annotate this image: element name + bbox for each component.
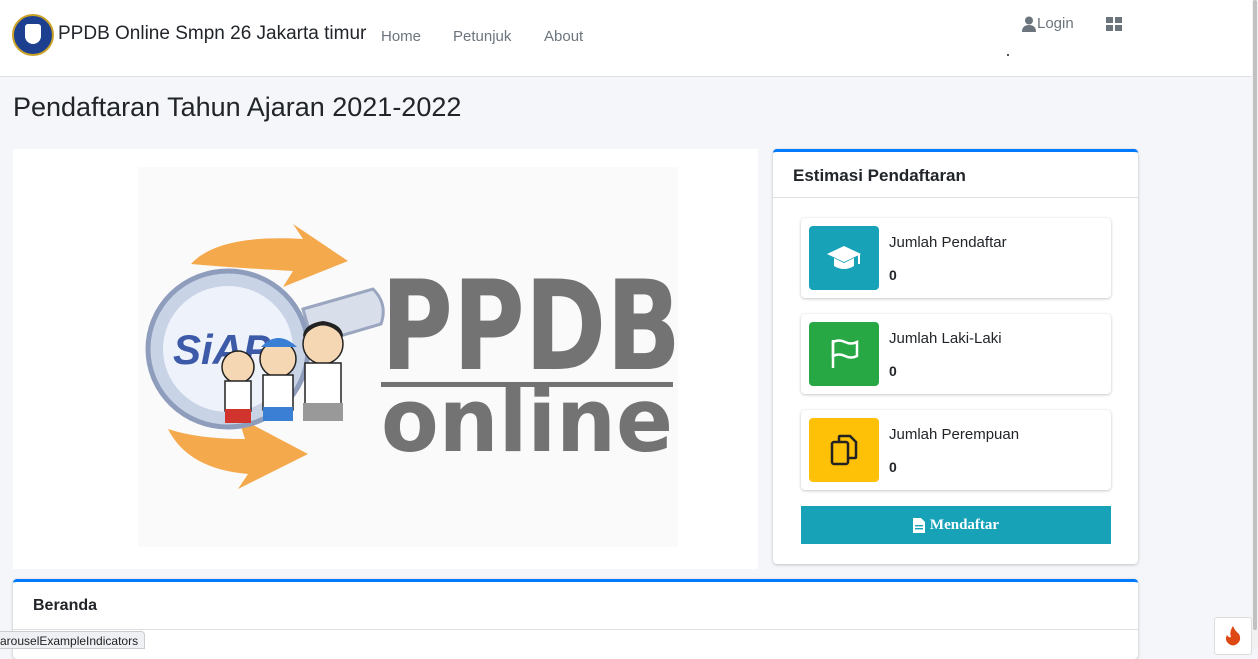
brand-title[interactable]: PPDB Online Smpn 26 Jakarta timur xyxy=(58,23,366,45)
page-title: Pendaftaran Tahun Ajaran 2021-2022 xyxy=(13,92,462,122)
info-value: 0 xyxy=(889,459,897,475)
fire-icon[interactable] xyxy=(1214,617,1252,655)
info-label: Jumlah Laki-Laki xyxy=(889,330,1002,347)
banner-carousel[interactable]: SiAP PPDB online xyxy=(13,149,758,569)
divider xyxy=(13,629,1138,630)
card-title: Estimasi Pendaftaran xyxy=(793,166,966,185)
mendaftar-button[interactable]: Mendaftar xyxy=(801,506,1111,544)
online-text: online xyxy=(381,369,673,472)
info-label: Jumlah Perempuan xyxy=(889,426,1020,443)
info-box-perempuan: Jumlah Perempuan 0 xyxy=(801,410,1111,490)
status-bar-url: arouselExampleIndicators xyxy=(0,631,146,649)
info-box-pendaftar: Jumlah Pendaftar 0 xyxy=(801,218,1111,298)
grid-icon[interactable] xyxy=(1106,17,1122,36)
beranda-title: Beranda xyxy=(33,597,98,614)
mendaftar-label: Mendaftar xyxy=(929,516,1000,533)
flag-icon xyxy=(809,322,879,386)
nav-home[interactable]: Home xyxy=(381,28,421,45)
graduation-cap-icon xyxy=(809,226,879,290)
separator-dot xyxy=(1007,54,1009,56)
scrollbar-thumb[interactable] xyxy=(1253,0,1257,630)
login-label: Login xyxy=(1037,15,1074,32)
navbar: PPDB Online Smpn 26 Jakarta timur Home P… xyxy=(0,0,1252,77)
brand-logo[interactable] xyxy=(12,14,54,56)
beranda-card: Beranda xyxy=(13,579,1138,659)
estimasi-card: Estimasi Pendaftaran Jumlah Pendaftar 0 … xyxy=(773,149,1138,564)
login-link[interactable]: Login xyxy=(1022,15,1074,32)
nav-petunjuk[interactable]: Petunjuk xyxy=(453,28,511,45)
nav-about[interactable]: About xyxy=(544,28,583,45)
info-label: Jumlah Pendaftar xyxy=(889,234,1007,251)
ppdb-online-logo: SiAP PPDB online xyxy=(138,167,681,547)
copy-icon xyxy=(809,418,879,482)
info-value: 0 xyxy=(889,267,897,283)
user-icon xyxy=(1022,16,1036,32)
info-box-laki-laki: Jumlah Laki-Laki 0 xyxy=(801,314,1111,394)
card-header: Estimasi Pendaftaran xyxy=(773,152,1138,198)
file-icon xyxy=(912,517,925,533)
info-value: 0 xyxy=(889,363,897,379)
